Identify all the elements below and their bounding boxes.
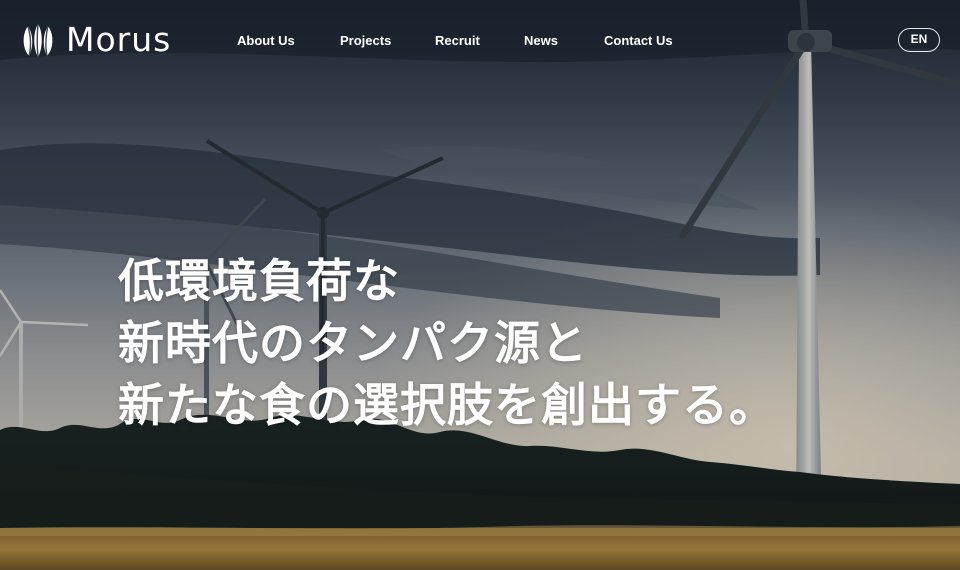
nav-item-projects[interactable]: Projects xyxy=(340,31,391,51)
main-menu: About Us Projects Recruit News Contact U… xyxy=(0,31,960,51)
headline-line-3: 新たな食の選択肢を創出する。 xyxy=(118,378,776,432)
headline-line-1: 低環境負荷な xyxy=(118,254,400,308)
headline-line-2: 新時代のタンパク源と xyxy=(118,316,588,370)
nav-item-contact-us[interactable]: Contact Us xyxy=(604,31,673,51)
hero-headline: 低環境負荷な 新時代のタンパク源と 新たな食の選択肢を創出する。 xyxy=(118,250,776,436)
language-switch-button[interactable]: EN xyxy=(898,28,940,52)
nav-item-about-us[interactable]: About Us xyxy=(237,31,295,51)
hero-section: Morus About Us Projects Recruit News Con… xyxy=(0,0,960,570)
nav-item-recruit[interactable]: Recruit xyxy=(435,31,480,51)
top-navigation: Morus About Us Projects Recruit News Con… xyxy=(0,0,960,82)
nav-item-news[interactable]: News xyxy=(524,31,558,51)
